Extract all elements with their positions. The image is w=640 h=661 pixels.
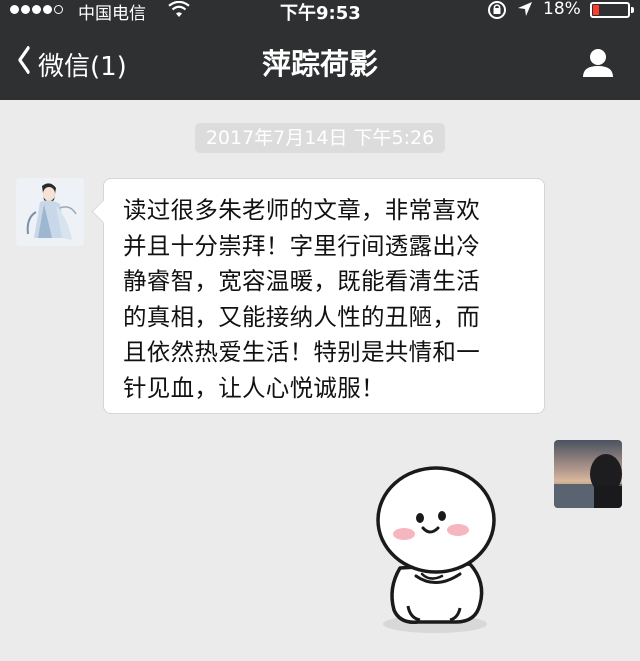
wifi-icon — [168, 0, 190, 24]
top-bar: 中国电信 下午9:53 18% 萍踪荷影 微信(1) — [0, 0, 640, 100]
status-bar: 中国电信 下午9:53 18% — [0, 0, 640, 25]
chat-info-button[interactable] — [580, 44, 616, 84]
message-bubble-incoming[interactable]: 读过很多朱老师的文章，非常喜欢 并且十分崇拜！字里行间透露出冷 静睿智，宽容温暖… — [91, 178, 545, 414]
back-label: 微信(1) — [38, 51, 127, 82]
self-avatar[interactable] — [554, 440, 622, 508]
rotation-lock-icon — [486, 0, 508, 25]
back-button[interactable]: 微信(1) — [14, 44, 127, 84]
person-icon — [583, 49, 613, 77]
battery-icon — [590, 2, 634, 18]
status-time: 下午9:53 — [280, 3, 361, 24]
message-timestamp: 2017年7月14日 下午5:26 — [195, 123, 445, 153]
shy-dumpling-sticker[interactable] — [360, 458, 510, 638]
location-arrow-icon — [516, 0, 534, 23]
contact-avatar[interactable] — [16, 178, 84, 246]
battery-level-fill — [593, 5, 599, 15]
chevron-left-icon — [17, 45, 31, 83]
message-text: 读过很多朱老师的文章，非常喜欢 并且十分崇拜！字里行间透露出冷 静睿智，宽容温暖… — [123, 196, 480, 402]
carrier-name: 中国电信 — [78, 4, 146, 24]
battery-percent: 18% — [543, 0, 581, 19]
signal-strength-icon — [10, 5, 63, 14]
